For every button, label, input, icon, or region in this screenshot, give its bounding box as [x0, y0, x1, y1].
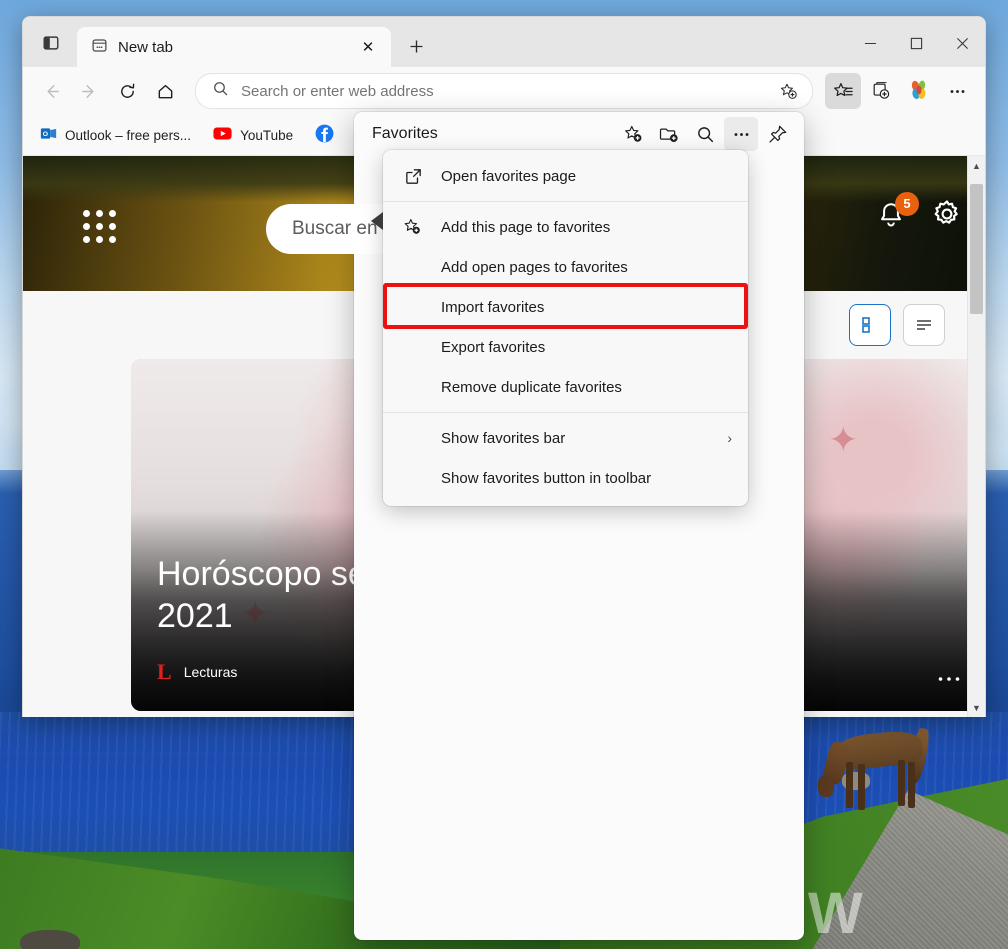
favorite-facebook[interactable] — [306, 119, 351, 151]
tab-search-icon[interactable] — [31, 27, 71, 59]
add-folder-icon[interactable] — [652, 117, 686, 151]
collections-icon[interactable] — [863, 73, 899, 109]
favorite-outlook[interactable]: O Outlook – free pers... — [31, 120, 200, 150]
pin-favorites-icon[interactable] — [760, 117, 794, 151]
search-input[interactable] — [239, 81, 760, 101]
notification-bell-icon[interactable]: 5 — [875, 191, 919, 234]
back-arrow-icon[interactable] — [33, 73, 69, 109]
sparkle-decoration: ✦ — [828, 419, 859, 460]
menu-separator — [383, 201, 748, 202]
card-source: L Lecturas — [157, 659, 237, 685]
menu-item-add-this-page[interactable]: Add this page to favorites — [383, 207, 748, 247]
new-tab-button[interactable] — [399, 29, 433, 63]
menu-separator — [383, 412, 748, 413]
scroll-down-arrow[interactable]: ▼ — [968, 698, 985, 717]
scroll-up-arrow[interactable]: ▲ — [968, 156, 985, 176]
favorites-more-menu: Open favorites page Add this page to fav… — [371, 150, 748, 506]
grid-view-icon[interactable] — [849, 304, 891, 346]
menu-item-label: Remove duplicate favorites — [441, 378, 622, 396]
browser-toolbar — [23, 67, 985, 115]
menu-caret — [371, 212, 383, 230]
menu-item-open-favorites-page[interactable]: Open favorites page — [383, 156, 748, 196]
menu-item-label: Open favorites page — [441, 167, 577, 185]
horse-leg — [858, 764, 865, 810]
hero-actions: 5 — [875, 191, 963, 235]
menu-item-label: Show favorites button in toolbar — [441, 469, 652, 487]
page-search-placeholder: Buscar en — [292, 218, 378, 239]
card-more-icon[interactable] — [937, 666, 961, 689]
add-favorite-star-icon[interactable] — [770, 73, 806, 109]
close-tab-icon[interactable]: ✕ — [355, 34, 381, 60]
feed-view-buttons — [849, 304, 945, 346]
app-grid-icon[interactable] — [83, 210, 117, 244]
favorite-youtube[interactable]: YouTube — [204, 121, 302, 149]
menu-item-label: Add this page to favorites — [441, 218, 611, 236]
search-favorites-icon[interactable] — [688, 117, 722, 151]
menu-item-add-open-pages[interactable]: Add open pages to favorites — [383, 247, 748, 287]
outlook-icon: O — [40, 125, 57, 145]
horse-leg — [846, 762, 853, 808]
menu-item-label: Export favorites — [441, 338, 546, 356]
browser-tab[interactable]: New tab ✕ — [77, 27, 391, 67]
watermark-letter: W — [808, 881, 863, 946]
home-icon[interactable] — [147, 73, 183, 109]
add-favorite-icon[interactable] — [616, 117, 650, 151]
horse-leg — [908, 762, 915, 808]
lecturas-logo: L — [157, 659, 172, 684]
menu-item-show-favorites-bar[interactable]: Show favorites bar › — [383, 418, 748, 458]
favorites-title: Favorites — [372, 125, 438, 142]
ellipsis-icon[interactable] — [939, 73, 975, 109]
svg-text:O: O — [43, 131, 48, 138]
refresh-icon[interactable] — [109, 73, 145, 109]
maximize-button[interactable] — [893, 23, 939, 63]
more-options-icon[interactable] — [724, 117, 758, 151]
newtab-icon — [91, 37, 108, 58]
page-scrollbar[interactable]: ▲ ▼ — [967, 156, 985, 717]
menu-item-remove-duplicate-favorites[interactable]: Remove duplicate favorites — [383, 367, 748, 407]
profile-icon[interactable] — [901, 73, 937, 109]
favorites-flyout-panel: Favorites Open favorites page Add this p… — [354, 112, 804, 940]
menu-item-label: Add open pages to favorites — [441, 258, 628, 276]
open-external-icon — [401, 167, 425, 186]
menu-item-show-favorites-button[interactable]: Show favorites button in toolbar — [383, 458, 748, 498]
horse-head — [818, 775, 834, 797]
chevron-right-icon: › — [727, 430, 732, 446]
window-controls — [847, 23, 985, 63]
tab-title: New tab — [118, 38, 174, 56]
search-icon — [212, 80, 229, 102]
rock — [20, 930, 80, 949]
close-window-button[interactable] — [939, 23, 985, 63]
notification-badge: 5 — [895, 191, 919, 216]
menu-item-import-favorites[interactable]: Import favorites — [383, 287, 748, 327]
forward-arrow-icon[interactable] — [71, 73, 107, 109]
star-plus-icon — [401, 217, 425, 237]
card-source-name: Lecturas — [183, 664, 238, 680]
favorite-label: Outlook – free pers... — [65, 127, 192, 143]
tab-search-icon-glyph — [43, 36, 59, 50]
tab-strip: New tab ✕ — [23, 17, 985, 67]
minimize-button[interactable] — [847, 23, 893, 63]
list-view-icon[interactable] — [903, 304, 945, 346]
menu-item-label: Import favorites — [441, 298, 545, 316]
menu-item-label: Show favorites bar — [441, 429, 566, 447]
youtube-icon — [213, 126, 232, 144]
address-bar[interactable] — [195, 73, 813, 109]
horse-leg — [898, 760, 905, 806]
favorite-label: YouTube — [240, 127, 294, 143]
scrollbar-thumb[interactable] — [970, 184, 983, 314]
facebook-icon — [315, 124, 334, 146]
menu-item-export-favorites[interactable]: Export favorites — [383, 327, 748, 367]
gear-icon[interactable] — [931, 198, 963, 235]
favorites-star-list-icon[interactable] — [825, 73, 861, 109]
